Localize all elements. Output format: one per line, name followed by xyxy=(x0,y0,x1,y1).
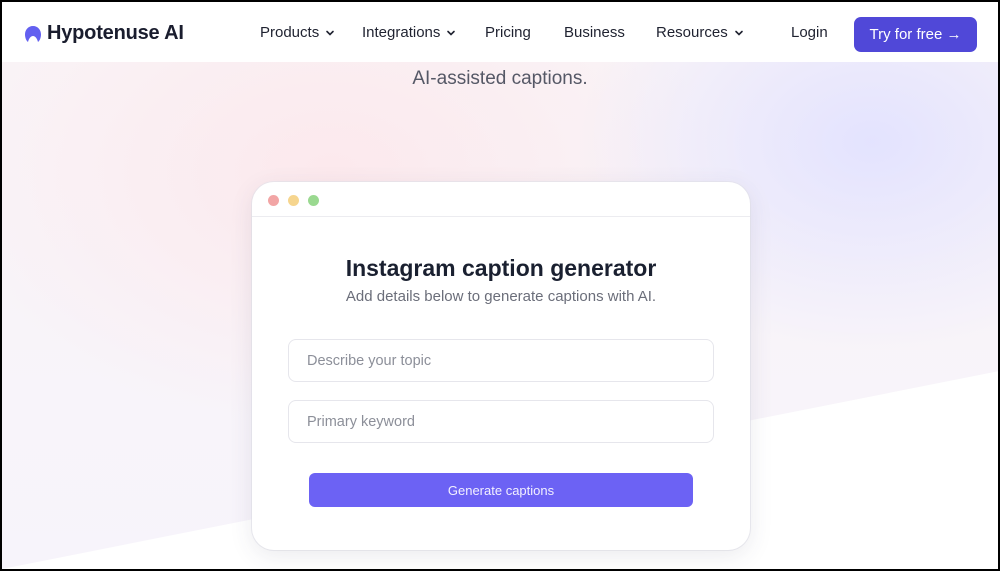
hypotenuse-logo-icon xyxy=(25,25,41,42)
nav-integrations-label: Integrations xyxy=(362,24,441,41)
generate-captions-button[interactable]: Generate captions xyxy=(309,473,693,507)
try-for-free-button[interactable]: Try for free → xyxy=(854,17,977,52)
brand-logo[interactable]: Hypotenuse AI xyxy=(24,22,184,45)
primary-keyword-input[interactable] xyxy=(288,400,714,443)
chevron-down-icon xyxy=(326,30,335,36)
login-link[interactable]: Login xyxy=(791,24,828,41)
topic-input[interactable] xyxy=(288,339,714,382)
window-minimize-dot-icon xyxy=(288,195,299,206)
window-maximize-dot-icon xyxy=(308,195,319,206)
nav-pricing-label: Pricing xyxy=(485,24,531,41)
window-title-bar xyxy=(252,182,750,217)
nav-products[interactable]: Products xyxy=(260,24,335,41)
card-description: Add details below to generate captions w… xyxy=(345,288,657,305)
brand-name: Hypotenuse AI xyxy=(47,22,184,44)
page: Hypotenuse AI Products Integrations Pric… xyxy=(2,2,998,569)
nav-pricing[interactable]: Pricing xyxy=(485,24,531,41)
caption-generator-card: Instagram caption generator Add details … xyxy=(252,182,750,550)
nav-business[interactable]: Business xyxy=(564,24,625,41)
nav-resources[interactable]: Resources xyxy=(656,24,744,41)
nav-business-label: Business xyxy=(564,24,625,41)
nav-resources-label: Resources xyxy=(656,24,728,41)
window-close-dot-icon xyxy=(268,195,279,206)
chevron-down-icon xyxy=(734,30,743,36)
hero-subtitle: AI-assisted captions. xyxy=(412,68,588,89)
nav-integrations[interactable]: Integrations xyxy=(362,24,456,41)
card-title: Instagram caption generator xyxy=(345,255,657,281)
nav-products-label: Products xyxy=(260,24,320,41)
top-navigation: Hypotenuse AI Products Integrations Pric… xyxy=(2,2,998,62)
chevron-down-icon xyxy=(447,30,456,36)
